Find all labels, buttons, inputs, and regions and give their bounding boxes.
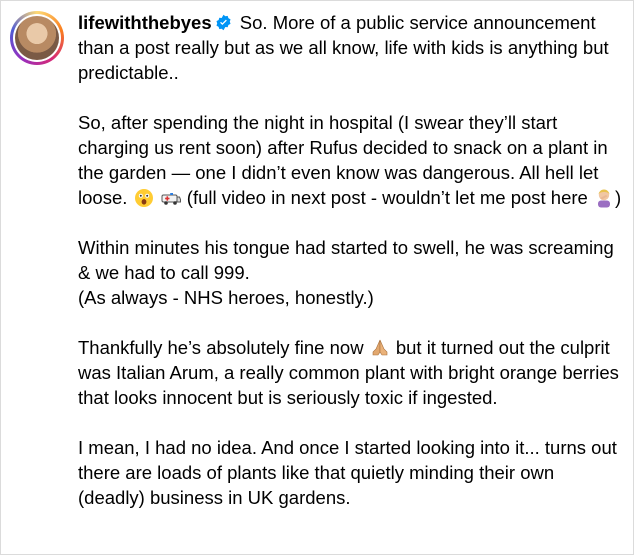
verified-badge-icon bbox=[216, 14, 231, 31]
username-link[interactable]: lifewiththebyes bbox=[78, 12, 212, 33]
caption-paragraph-2: So, after spending the night in hospital… bbox=[78, 110, 623, 210]
avatar-image bbox=[13, 14, 61, 62]
caption-line-2b: (full video in next post - wouldn’t let … bbox=[186, 187, 588, 208]
caption-paragraph-1: lifewiththebyes So. More of a public ser… bbox=[78, 10, 623, 85]
caption-line-2c: ) bbox=[614, 187, 622, 208]
caption-line-4a: Thankfully he’s absolutely fine now bbox=[78, 337, 364, 358]
caption-text: lifewiththebyes So. More of a public ser… bbox=[78, 10, 623, 535]
astonished-face-emoji bbox=[134, 189, 153, 207]
instagram-post-caption: lifewiththebyes So. More of a public ser… bbox=[0, 0, 634, 555]
ambulance-emoji bbox=[161, 193, 181, 205]
caption-line-3b: (As always - NHS heroes, honestly.) bbox=[78, 287, 374, 308]
profile-avatar[interactable] bbox=[10, 11, 64, 65]
folded-hands-emoji bbox=[372, 339, 388, 356]
caption-line-3a: Within minutes his tongue had started to… bbox=[78, 237, 614, 283]
person-facepalming-emoji bbox=[597, 189, 610, 208]
caption-line-5: I mean, I had no idea. And once I starte… bbox=[78, 437, 617, 508]
caption-paragraph-5: I mean, I had no idea. And once I starte… bbox=[78, 435, 623, 510]
caption-paragraph-4: Thankfully he’s absolutely fine now but … bbox=[78, 335, 623, 410]
caption-paragraph-3: Within minutes his tongue had started to… bbox=[78, 235, 623, 310]
